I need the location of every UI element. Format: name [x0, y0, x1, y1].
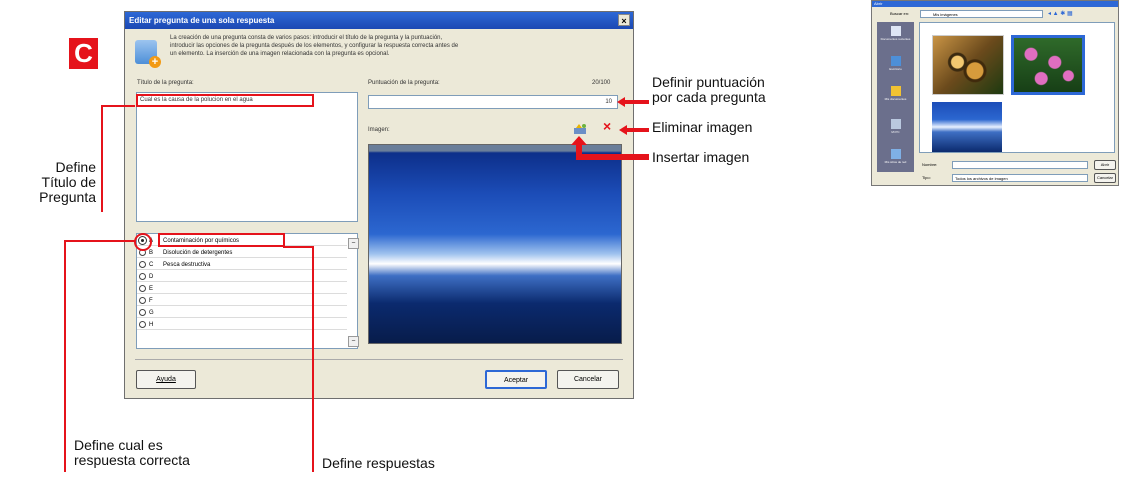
- edit-question-dialog: Editar pregunta de una sola respuesta × …: [124, 11, 634, 399]
- question-title-label: Título de la pregunta:: [137, 80, 194, 86]
- question-image: [368, 144, 622, 344]
- annotation-define-answers: Define respuestas: [322, 455, 435, 471]
- intro-text: La creación de una pregunta consta de va…: [170, 35, 459, 57]
- answer-radio[interactable]: [139, 321, 146, 328]
- insert-image-icon[interactable]: [573, 122, 587, 134]
- answers-pointer-line-vertical: [312, 246, 314, 472]
- filetype-select[interactable]: Todos los archivos de imagen: [952, 174, 1088, 182]
- answer-radio[interactable]: [139, 309, 146, 316]
- dialog-titlebar: Editar pregunta de una sola respuesta ×: [125, 12, 633, 29]
- answer-radio[interactable]: [139, 261, 146, 268]
- accept-button[interactable]: Aceptar: [485, 370, 547, 389]
- answer-radio[interactable]: [139, 297, 146, 304]
- score-value: 10: [605, 99, 612, 105]
- correct-pointer-line-vertical: [64, 240, 66, 472]
- answers-list: A Contaminación por químicos B Disolució…: [136, 233, 359, 349]
- look-in-label: Buscar en:: [890, 11, 910, 16]
- score-arrow-icon: [617, 94, 649, 112]
- file-cancel-button[interactable]: Cancelar: [1094, 173, 1116, 183]
- file-list: [919, 22, 1115, 153]
- filename-label: Nombre:: [922, 162, 938, 167]
- file-open-dialog: Abrir Buscar en: Mis imágenes ◂ ▲ ✱ ▦ Do…: [871, 0, 1119, 186]
- file-open-button[interactable]: Abrir: [1094, 160, 1116, 170]
- answer-row[interactable]: E: [137, 284, 347, 294]
- insert-arrow-icon: [571, 136, 649, 167]
- remove-image-icon[interactable]: ×: [603, 119, 615, 133]
- annotation-remove-image: Eliminar imagen: [652, 119, 753, 135]
- annotation-correct-answer: Define cual es respuesta correcta: [74, 437, 190, 468]
- thumbnail-flowers[interactable]: [1011, 35, 1085, 95]
- close-button[interactable]: ×: [618, 14, 630, 26]
- file-dialog-titlebar: Abrir: [872, 1, 1118, 7]
- answer-radio[interactable]: [139, 273, 146, 280]
- cancel-button[interactable]: Cancelar: [557, 370, 619, 389]
- dialog-title: Editar pregunta de una sola respuesta: [129, 16, 275, 25]
- answer-row[interactable]: G: [137, 308, 347, 318]
- question-title-value[interactable]: Cual es la causa de la polucion en el ag…: [136, 94, 314, 107]
- dialog-separator: [135, 359, 623, 360]
- image-label: Imagen:: [368, 127, 390, 133]
- scroll-up-button[interactable]: –: [348, 238, 359, 249]
- answer-row[interactable]: B Disolución de detergentes: [137, 248, 347, 258]
- file-dialog-title: Abrir: [874, 1, 883, 6]
- annotation-define-score: Definir puntuación por cada pregunta: [652, 74, 766, 105]
- answer-row[interactable]: H: [137, 320, 347, 330]
- answer-row[interactable]: C Pesca destructiva: [137, 260, 347, 270]
- answer-text[interactable]: Disolución de detergentes: [163, 248, 232, 258]
- answer-text-highlight: [158, 233, 285, 247]
- thumbnail-winter[interactable]: [932, 102, 1002, 152]
- places-desktop[interactable]: Escritorio: [879, 56, 912, 71]
- thumbnail-jaguar[interactable]: [932, 35, 1004, 95]
- places-computer[interactable]: Mi PC: [879, 119, 912, 134]
- title-pointer-line-vertical: [101, 105, 103, 212]
- correct-pointer-line: [64, 240, 136, 242]
- score-total: 20/100: [592, 80, 611, 86]
- answers-pointer-line: [283, 246, 314, 248]
- places-network[interactable]: Mis sitios de red: [879, 149, 912, 164]
- correct-answer-highlight: [134, 233, 152, 251]
- places-recent[interactable]: Documentos recientes: [879, 26, 912, 41]
- look-in-select[interactable]: Mis imágenes: [920, 10, 1043, 18]
- annotation-insert-image: Insertar imagen: [652, 149, 750, 165]
- question-title-field[interactable]: [136, 92, 358, 222]
- scroll-down-button[interactable]: –: [348, 336, 359, 347]
- title-pointer-line: [101, 105, 135, 107]
- answer-row[interactable]: F: [137, 296, 347, 306]
- toolbar-icons[interactable]: ◂ ▲ ✱ ▦: [1048, 10, 1088, 18]
- question-add-icon: +: [135, 40, 161, 68]
- score-label: Puntuación de la pregunta:: [368, 80, 440, 86]
- section-logo: C: [69, 38, 98, 69]
- help-button[interactable]: Ayuda: [136, 370, 196, 389]
- score-field[interactable]: 10: [368, 95, 618, 109]
- filetype-label: Tipo:: [922, 175, 931, 180]
- answer-text[interactable]: Pesca destructiva: [163, 260, 210, 270]
- answer-radio[interactable]: [139, 285, 146, 292]
- annotation-define-title: Define Título de Pregunta: [39, 159, 96, 205]
- answer-row[interactable]: D: [137, 272, 347, 282]
- places-documents[interactable]: Mis documentos: [879, 86, 912, 101]
- filename-input[interactable]: [952, 161, 1088, 169]
